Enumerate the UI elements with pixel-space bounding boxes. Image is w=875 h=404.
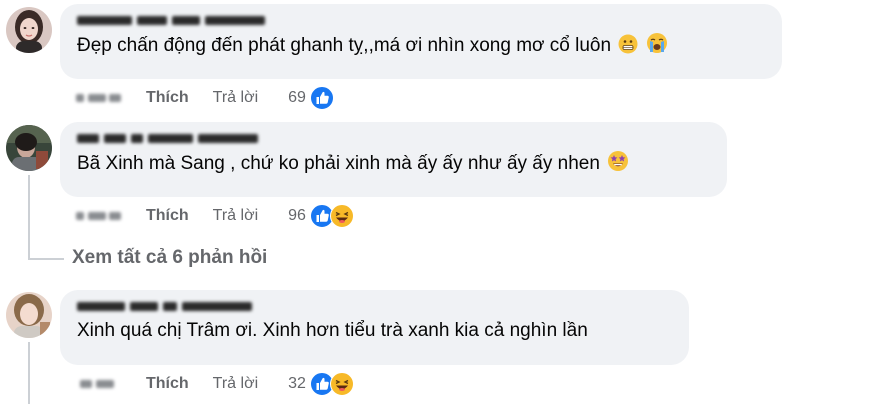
like-button[interactable]: Thích xyxy=(146,375,189,393)
reaction-count[interactable]: 32 xyxy=(288,375,306,393)
comment-text-content: Đẹp chấn động đến phát ghanh tỵ,,má ơi n… xyxy=(77,35,612,56)
reactions[interactable] xyxy=(309,204,354,228)
like-reaction-icon xyxy=(309,86,334,110)
avatar[interactable] xyxy=(6,7,52,53)
haha-reaction-icon xyxy=(329,204,354,228)
avatar[interactable] xyxy=(6,125,52,171)
crying-face-icon xyxy=(646,32,668,62)
star-struck-face-icon xyxy=(607,150,629,180)
avatar[interactable] xyxy=(6,292,52,338)
grimacing-face-icon xyxy=(618,34,638,62)
comment-text-content: Xinh quá chị Trâm ơi. Xinh hơn tiểu trà … xyxy=(77,320,588,341)
view-replies-link[interactable]: Xem tất cả 6 phản hồi xyxy=(72,247,267,269)
reply-button[interactable]: Trả lời xyxy=(213,89,258,107)
like-button[interactable]: Thích xyxy=(146,89,189,107)
reactions[interactable] xyxy=(309,86,334,110)
like-button[interactable]: Thích xyxy=(146,207,189,225)
comment-text: Bã Xinh mà Sang , chứ ko phải xinh mà ấy… xyxy=(77,150,710,180)
timestamp-blurred[interactable] xyxy=(76,211,122,221)
comment-actions: Thích Trả lời 69 xyxy=(76,86,334,110)
thread-line-bottom xyxy=(28,342,30,404)
author-name-blurred[interactable] xyxy=(77,12,765,28)
haha-reaction-icon xyxy=(329,372,354,396)
comment-text: Đẹp chấn động đến phát ghanh tỵ,,má ơi n… xyxy=(77,32,765,62)
comment-actions: Thích Trả lời 96 xyxy=(76,204,354,228)
thread-line xyxy=(28,175,30,259)
author-name-blurred[interactable] xyxy=(77,130,710,146)
comment-bubble: Đẹp chấn động đến phát ghanh tỵ,,má ơi n… xyxy=(60,4,782,79)
comment-actions: Thích Trả lời 32 xyxy=(76,372,354,396)
reply-button[interactable]: Trả lời xyxy=(213,375,258,393)
reply-button[interactable]: Trả lời xyxy=(213,207,258,225)
timestamp-blurred[interactable] xyxy=(76,379,122,389)
reactions[interactable] xyxy=(309,372,354,396)
timestamp-blurred[interactable] xyxy=(76,93,122,103)
reaction-count[interactable]: 96 xyxy=(288,207,306,225)
author-name-blurred[interactable] xyxy=(77,298,672,314)
comment-text: Xinh quá chị Trâm ơi. Xinh hơn tiểu trà … xyxy=(77,318,672,344)
thread-line-branch xyxy=(28,258,64,260)
reaction-count[interactable]: 69 xyxy=(288,89,306,107)
comment-text-content: Bã Xinh mà Sang , chứ ko phải xinh mà ấy… xyxy=(77,153,600,174)
comment-bubble: Bã Xinh mà Sang , chứ ko phải xinh mà ấy… xyxy=(60,122,727,197)
comment-bubble: Xinh quá chị Trâm ơi. Xinh hơn tiểu trà … xyxy=(60,290,689,365)
